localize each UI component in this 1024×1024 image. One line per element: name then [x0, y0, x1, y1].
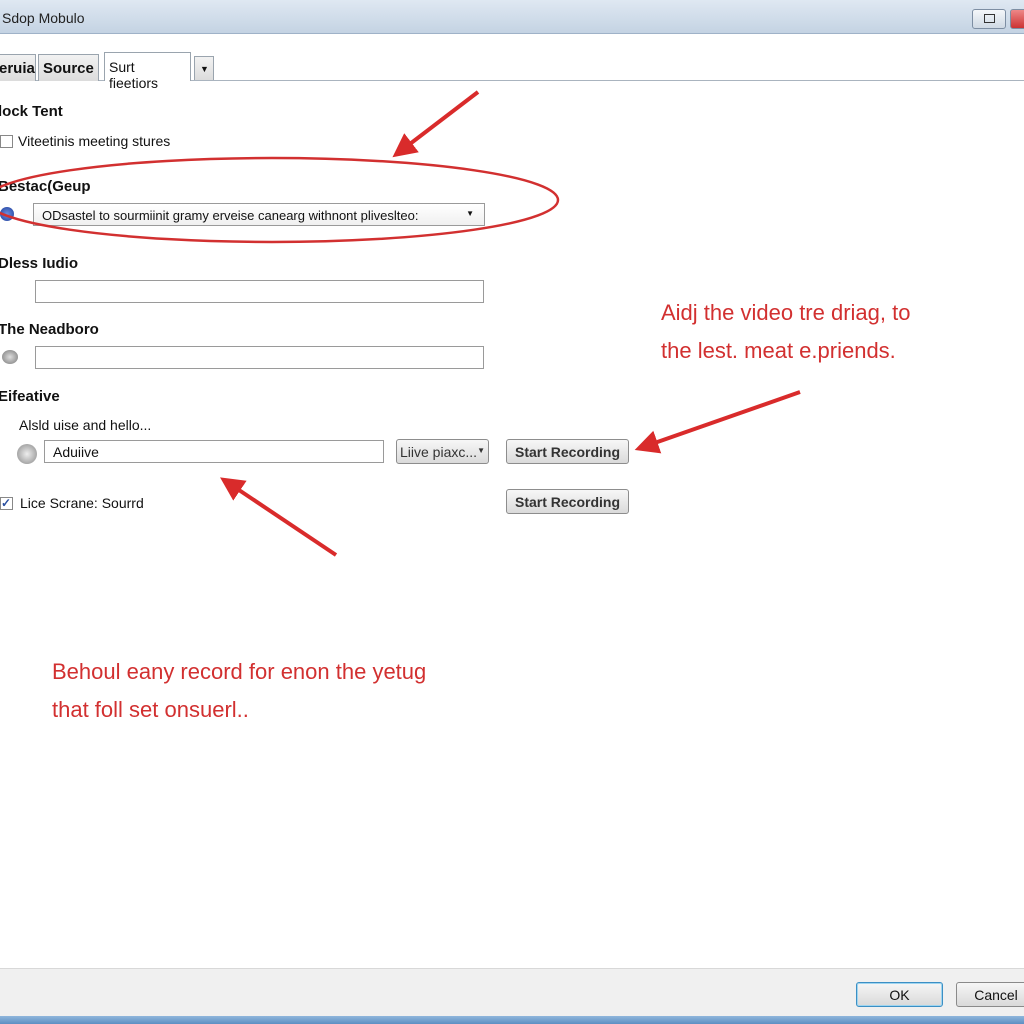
arrow-2 — [634, 390, 801, 454]
ok-button[interactable]: OK — [856, 982, 943, 1007]
arrow-1 — [392, 90, 480, 158]
arrow-3 — [220, 477, 338, 557]
annotation-overlay — [0, 90, 801, 557]
window-bottom-edge — [0, 1016, 1024, 1024]
highlight-ellipse — [0, 156, 560, 244]
cancel-button[interactable]: Cancel — [956, 982, 1024, 1007]
